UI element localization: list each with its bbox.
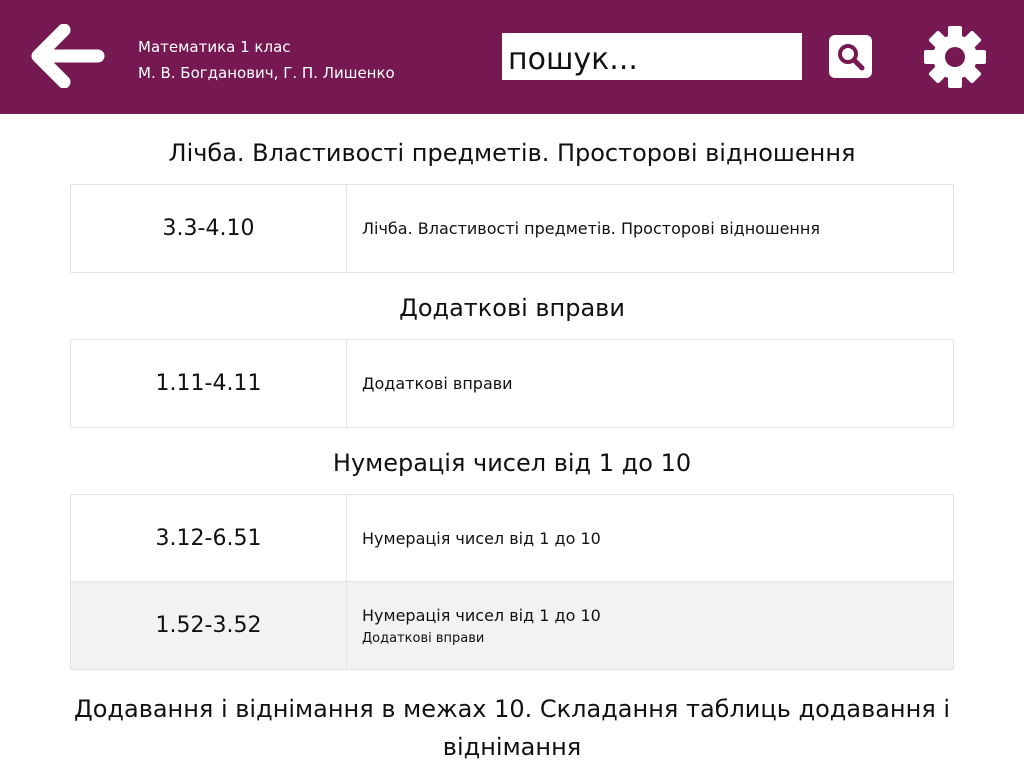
search-icon <box>837 43 864 70</box>
row-topic: Лічба. Властивості предметів. Просторові… <box>362 219 820 238</box>
row-topic: Нумерація чисел від 1 до 10 <box>362 605 601 625</box>
book-authors: М. В. Богданович, Г. П. Лишенко <box>138 64 395 82</box>
section-title: Додаткові вправи <box>399 294 625 322</box>
row-pages: 3.12-6.51 <box>71 495 347 581</box>
settings-button[interactable] <box>920 24 990 90</box>
row-topic: Додаткові вправи <box>362 374 513 393</box>
row-description: Лічба. Властивості предметів. Просторові… <box>347 185 953 272</box>
section-table: 1.11-4.11 Додаткові вправи <box>70 339 954 428</box>
row-pages: 1.52-3.52 <box>71 582 347 669</box>
book-info: Математика 1 клас М. В. Богданович, Г. П… <box>138 34 395 86</box>
row-pages: 1.11-4.11 <box>71 340 347 427</box>
arrow-left-icon <box>31 23 105 89</box>
section-table: 3.12-6.51 Нумерація чисел від 1 до 10 1.… <box>70 494 954 670</box>
gear-icon <box>924 26 986 88</box>
row-description: Нумерація чисел від 1 до 10 <box>347 495 953 581</box>
table-row[interactable]: 1.11-4.11 Додаткові вправи <box>71 340 953 427</box>
row-topic: Нумерація чисел від 1 до 10 <box>362 528 601 548</box>
book-title: Математика 1 клас <box>138 38 291 56</box>
back-button[interactable] <box>30 23 106 89</box>
search-button[interactable] <box>829 35 872 78</box>
table-row[interactable]: 1.52-3.52 Нумерація чисел від 1 до 10 До… <box>71 582 953 669</box>
row-description: Нумерація чисел від 1 до 10 Додаткові вп… <box>347 582 953 669</box>
section-table: 3.3-4.10 Лічба. Властивості предметів. П… <box>70 184 954 273</box>
section-title: Лічба. Властивості предметів. Просторові… <box>168 139 856 167</box>
section-title: Нумерація чисел від 1 до 10 <box>332 449 692 477</box>
app-header: Математика 1 клас М. В. Богданович, Г. П… <box>0 0 1024 114</box>
row-description: Додаткові вправи <box>347 340 953 427</box>
table-row[interactable]: 3.12-6.51 Нумерація чисел від 1 до 10 <box>71 495 953 582</box>
search-input[interactable] <box>502 33 802 80</box>
table-row[interactable]: 3.3-4.10 Лічба. Властивості предметів. П… <box>71 185 953 272</box>
row-subtopic: Додаткові вправи <box>362 630 485 646</box>
content-list: Лічба. Властивості предметів. Просторові… <box>0 114 1024 768</box>
section-title: Додавання і віднімання в межах 10. Склад… <box>73 695 951 761</box>
row-pages: 3.3-4.10 <box>71 185 347 272</box>
